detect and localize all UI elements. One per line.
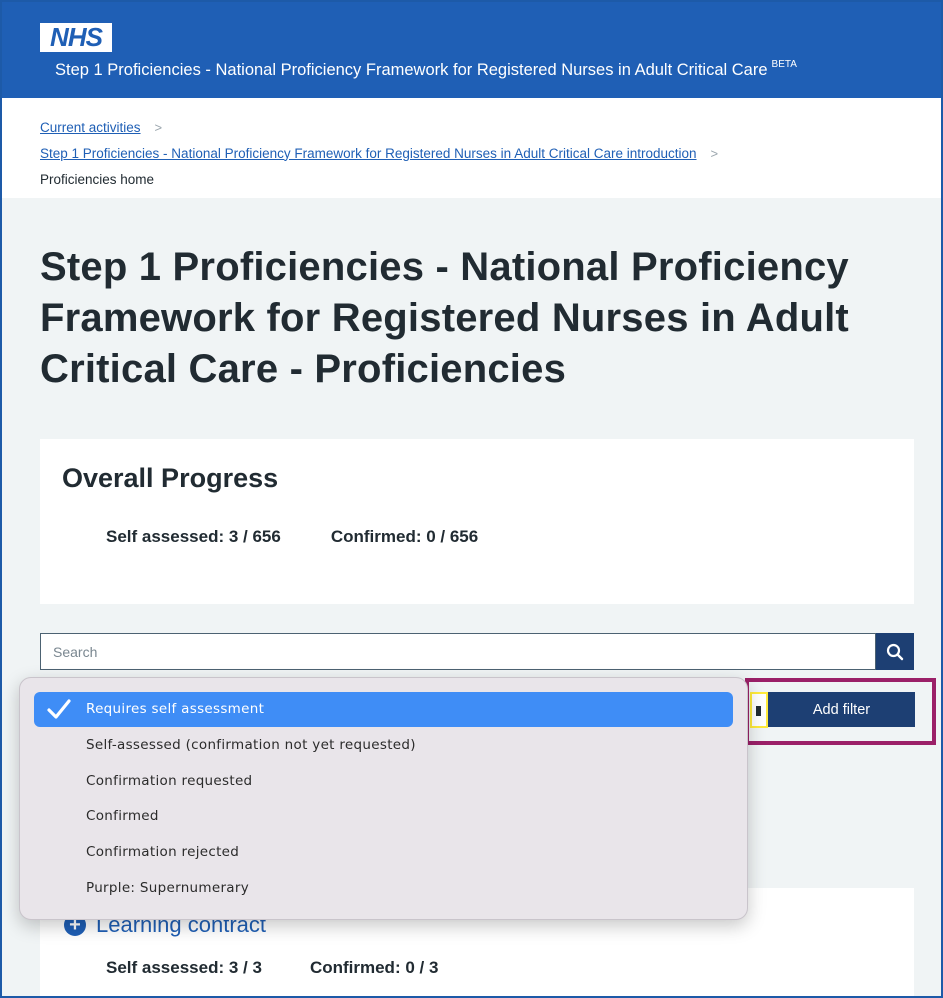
breadcrumb-link-current-activities[interactable]: Current activities [40, 120, 141, 135]
overall-progress-heading: Overall Progress [62, 463, 279, 493]
filter-option-confirmation-requested[interactable]: Confirmation requested [34, 764, 733, 799]
filter-option-requires-self-assessment[interactable]: Requires self assessment [34, 692, 733, 727]
checkmark-icon [47, 699, 71, 719]
beta-badge: BETA [771, 59, 797, 70]
breadcrumb: Current activities > Step 1 Proficiencie… [2, 98, 941, 198]
confirmed-count: Confirmed: 0 / 656 [330, 527, 479, 546]
filter-dropdown-menu: Requires self assessment Self-assessed (… [19, 677, 748, 920]
service-title-text: Step 1 Proficiencies - National Proficie… [55, 61, 768, 79]
filter-option-label: Purple: Supernumerary [86, 879, 250, 896]
search-input[interactable] [40, 633, 876, 670]
filter-option-purple-supernumerary[interactable]: Purple: Supernumerary [34, 871, 733, 906]
select-edge [756, 706, 761, 716]
filter-option-label: Requires self assessment [86, 701, 265, 717]
breadcrumb-item: Step 1 Proficiencies - National Proficie… [40, 140, 941, 166]
breadcrumb-item: Proficiencies home [40, 166, 941, 192]
section-stats: Self assessed: 3 / 3 Confirmed: 0 / 3 [106, 958, 438, 978]
site-header: NHS Step 1 Proficiencies - National Prof… [2, 2, 941, 98]
page-frame: NHS Step 1 Proficiencies - National Prof… [0, 0, 943, 998]
self-assessed-count: Self assessed: 3 / 656 [106, 527, 281, 546]
breadcrumb-current: Proficiencies home [40, 171, 155, 187]
filter-select[interactable] [750, 692, 768, 728]
filter-option-label: Self-assessed (confirmation not yet requ… [86, 736, 416, 753]
section-confirmed-count: Confirmed: 0 / 3 [309, 958, 439, 977]
chevron-right-icon: > [710, 145, 719, 161]
page-title: Step 1 Proficiencies - National Proficie… [40, 245, 849, 391]
overall-progress-card: Overall Progress Self assessed: 3 / 656 … [40, 439, 914, 604]
filter-option-label: Confirmed [86, 808, 159, 825]
add-filter-button[interactable]: Add filter [768, 692, 915, 727]
progress-stats: Self assessed: 3 / 656 Confirmed: 0 / 65… [106, 527, 478, 547]
chevron-right-icon: > [154, 119, 163, 135]
filter-option-self-assessed[interactable]: Self-assessed (confirmation not yet requ… [34, 728, 733, 763]
nhs-logo[interactable]: NHS [40, 23, 112, 52]
filter-option-confirmation-rejected[interactable]: Confirmation rejected [34, 835, 733, 870]
search-icon [886, 643, 904, 660]
search-button[interactable] [876, 633, 914, 670]
breadcrumb-item: Current activities > [40, 114, 941, 140]
breadcrumb-link-introduction[interactable]: Step 1 Proficiencies - National Proficie… [40, 146, 697, 161]
filter-option-label: Confirmation requested [86, 772, 253, 789]
service-title[interactable]: Step 1 Proficiencies - National Proficie… [55, 59, 797, 80]
filter-option-confirmed[interactable]: Confirmed [34, 799, 733, 834]
section-self-assessed-count: Self assessed: 3 / 3 [106, 958, 262, 977]
filter-option-label: Confirmation rejected [86, 844, 240, 861]
